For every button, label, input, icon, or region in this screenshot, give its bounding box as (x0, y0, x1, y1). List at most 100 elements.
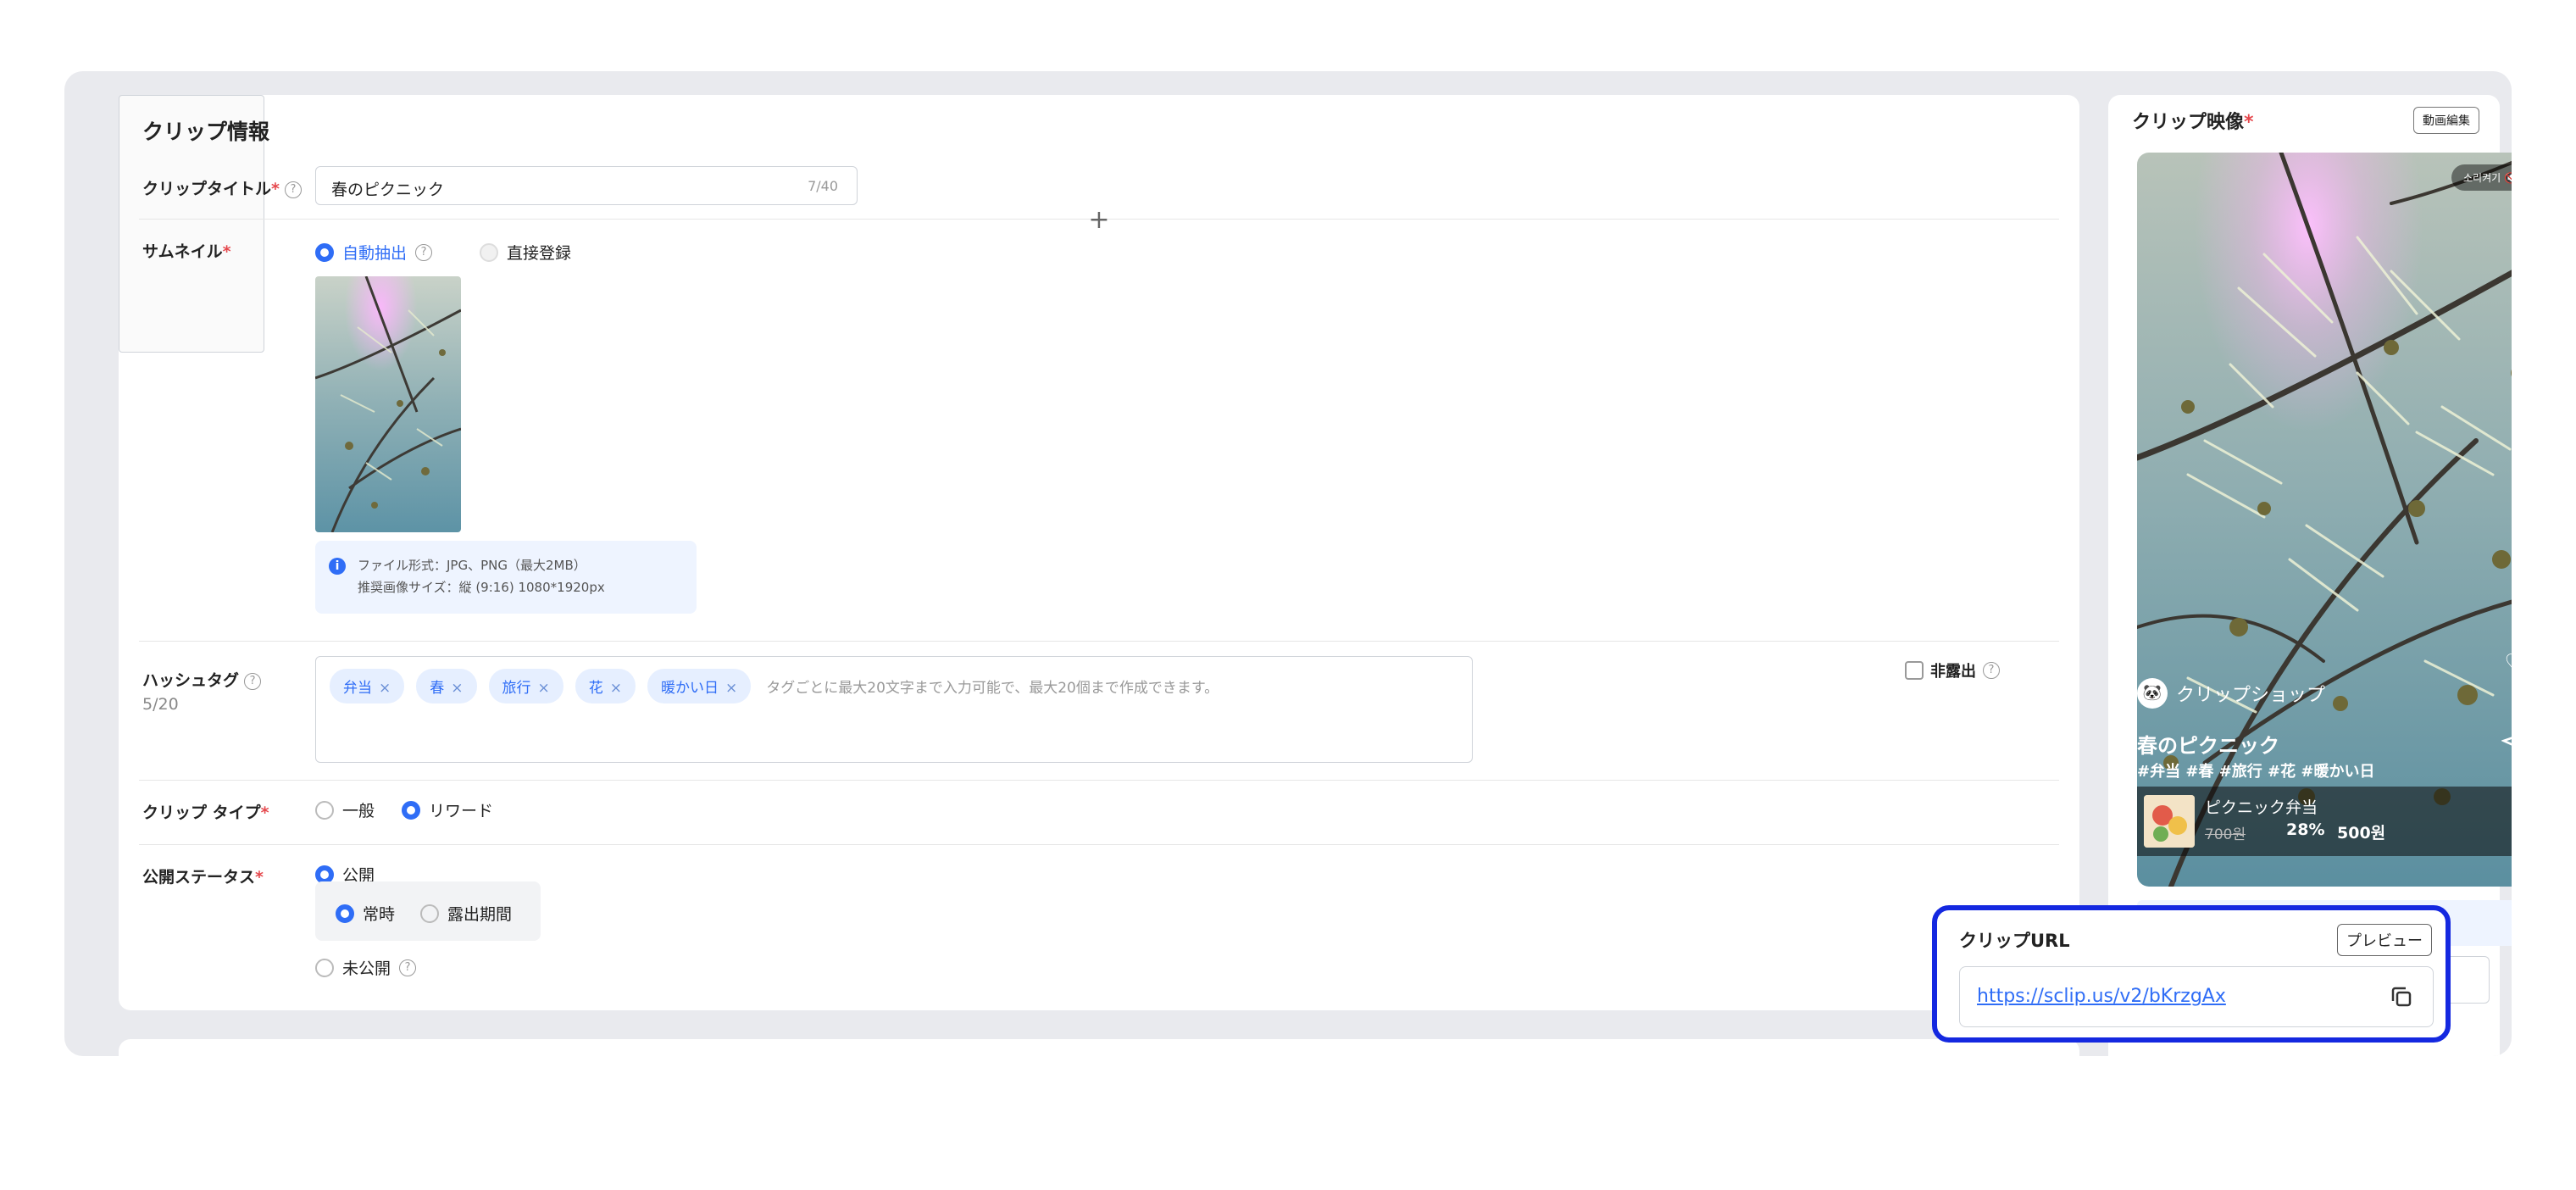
remove-tag-icon[interactable]: × (725, 680, 737, 697)
period-range-option[interactable]: 露出期間 (420, 902, 512, 925)
thumbnail-auto-label: 自動抽出 (342, 244, 408, 263)
clip-url-panel: クリップURL プレビュー https://sclip.us/v2/bKrzgA… (1932, 905, 2451, 1043)
divider (139, 844, 2059, 845)
tag-text: 花 (588, 680, 603, 697)
question-circle-icon[interactable]: ? (1983, 662, 2000, 679)
like-button[interactable]: ♡ 0 (2504, 649, 2512, 692)
clip-video-title-text: クリップ映像 (2132, 112, 2245, 133)
heart-icon: ♡ (2504, 649, 2512, 679)
hashtag-chip[interactable]: 弁当 × (330, 669, 405, 703)
copy-icon-glyph (2391, 987, 2412, 1007)
tag-text: 暖かい日 (661, 680, 719, 697)
thumbnail-direct-option[interactable]: 直接登録 (480, 241, 571, 264)
thumbnail-auto-option[interactable]: 自動抽出 ? (315, 241, 433, 264)
clip-url-link[interactable]: https://sclip.us/v2/bKrzgAx (1977, 986, 2226, 1007)
radio-selected[interactable] (336, 904, 354, 923)
clip-type-label-text: クリップ タイプ (142, 804, 261, 822)
radio-unselected[interactable] (315, 800, 334, 820)
radio-unselected[interactable] (315, 958, 334, 977)
info-icon: i (329, 558, 346, 575)
question-circle-icon[interactable]: ? (284, 181, 302, 198)
clip-title-value: 春のピクニック (331, 181, 445, 199)
thumbnail-picture (315, 276, 461, 532)
auto-thumbnail-image (315, 276, 461, 532)
preview-button[interactable]: プレビュー (2337, 924, 2432, 956)
hide-label: 非露出 (1930, 663, 1976, 681)
clip-url-title: クリップURL (1959, 931, 2070, 951)
radio-unselected[interactable] (480, 242, 498, 262)
thumbnail-direct-label: 直接登録 (507, 244, 572, 263)
clip-info-card: クリップ情報 クリップタイトル*? 春のピクニック 7/40 サムネイル* 自動… (119, 95, 2079, 1010)
radio-selected[interactable] (402, 800, 420, 820)
checkbox[interactable] (1905, 661, 1924, 680)
sale-price: 500원 (2337, 824, 2386, 842)
required-mark: * (255, 868, 264, 887)
send-icon[interactable] (2501, 731, 2512, 758)
product-image (2144, 795, 2195, 848)
video-edit-button[interactable]: 動画編集 (2413, 107, 2479, 134)
video-preview[interactable]: 소리켜기 🔇× ♡ 0 🐼 クリップショップ 春のピクニック #弁当 #春 #旅… (2137, 153, 2512, 887)
status-label: 公開ステータス* (142, 865, 264, 887)
clip-title-count: 7/40 (808, 178, 838, 194)
clip-title-input[interactable]: 春のピクニック 7/40 (315, 166, 858, 205)
video-title: 春のピクニック (2137, 734, 2279, 758)
question-circle-icon[interactable]: ? (399, 959, 417, 976)
status-label-text: 公開ステータス (142, 868, 256, 887)
period-range-label: 露出期間 (447, 905, 513, 924)
hashtag-chip[interactable]: 春 × (416, 669, 477, 703)
publish-period-box: 常時 露出期間 (315, 881, 541, 941)
shop-info[interactable]: 🐼 クリップショップ (2137, 678, 2325, 709)
clip-url-field: https://sclip.us/v2/bKrzgAx (1959, 966, 2434, 1027)
product-name: ピクニック弁当 (2205, 798, 2318, 817)
status-private-label: 未公開 (342, 959, 391, 978)
period-always-option[interactable]: 常時 (336, 902, 395, 925)
clip-type-general-label: 一般 (342, 802, 375, 820)
divider (139, 780, 2059, 781)
hashtag-chip[interactable]: 旅行 × (488, 669, 564, 703)
section-title: クリップ情報 (142, 120, 270, 144)
remove-tag-icon[interactable]: × (379, 680, 391, 697)
thumbnail-info-box: i ファイル形式：JPG、PNG（最大2MB） 推奨画像サイズ：縦 (9:16)… (315, 541, 697, 614)
radio-selected[interactable] (315, 242, 334, 262)
copy-icon[interactable] (2389, 984, 2414, 1013)
clip-type-general-option[interactable]: 一般 (315, 798, 375, 821)
shop-avatar: 🐼 (2137, 678, 2168, 709)
radio-unselected[interactable] (420, 904, 439, 923)
hide-hashtag-checkbox[interactable]: 非露出 ? (1905, 659, 2000, 681)
thumbnail-label-text: サムネイル (142, 242, 223, 261)
tag-text: 春 (430, 680, 445, 697)
product-card[interactable]: ピクニック弁当 700원 28% 500원 (2137, 787, 2512, 856)
required-mark: * (271, 180, 280, 198)
thumbnail-label: サムネイル* (142, 239, 231, 262)
hashtag-count: 5/20 (142, 695, 179, 714)
discount-rate: 28% (2286, 820, 2325, 839)
remove-tag-icon[interactable]: × (610, 680, 622, 697)
clip-type-reward-label: リワード (429, 802, 494, 820)
period-always-label: 常時 (363, 905, 396, 924)
clip-title-label: クリップタイトル*? (142, 176, 302, 199)
like-count: 0 (2504, 679, 2512, 692)
clip-video-title: クリップ映像* (2132, 107, 2254, 134)
tag-list: 弁当 × 春 × 旅行 × 花 × 暖かい日 × タグごとに最大20文字まで入力可能で、最… (330, 669, 1219, 703)
question-circle-icon[interactable]: ? (244, 672, 262, 690)
plus-icon: + (1088, 205, 1110, 235)
tag-text: 旅行 (502, 680, 531, 697)
required-mark: * (260, 804, 269, 822)
question-circle-icon[interactable]: ? (415, 243, 433, 261)
clip-type-reward-option[interactable]: リワード (402, 798, 493, 821)
file-format-note: ファイル形式：JPG、PNG（最大2MB） (358, 558, 586, 573)
product-picture (2144, 795, 2195, 848)
next-section-card (119, 1039, 2079, 1056)
tag-text: 弁当 (343, 680, 372, 697)
hashtag-chip[interactable]: 暖かい日 × (647, 669, 752, 703)
sound-toggle-button[interactable]: 소리켜기 🔇× (2451, 164, 2512, 191)
clip-type-label: クリップ タイプ* (142, 800, 269, 823)
video-hashtags: #弁当 #春 #旅行 #花 #暖かい日 (2137, 763, 2375, 781)
remove-tag-icon[interactable]: × (538, 680, 550, 697)
shop-name: クリップショップ (2176, 685, 2326, 706)
required-mark: * (2244, 112, 2254, 133)
hashtag-input[interactable]: 弁当 × 春 × 旅行 × 花 × 暖かい日 × タグごとに最大20文字まで入力可能で、最… (315, 656, 1473, 763)
remove-tag-icon[interactable]: × (451, 680, 463, 697)
status-private-option[interactable]: 未公開 ? (315, 956, 417, 979)
hashtag-chip[interactable]: 花 × (575, 669, 636, 703)
